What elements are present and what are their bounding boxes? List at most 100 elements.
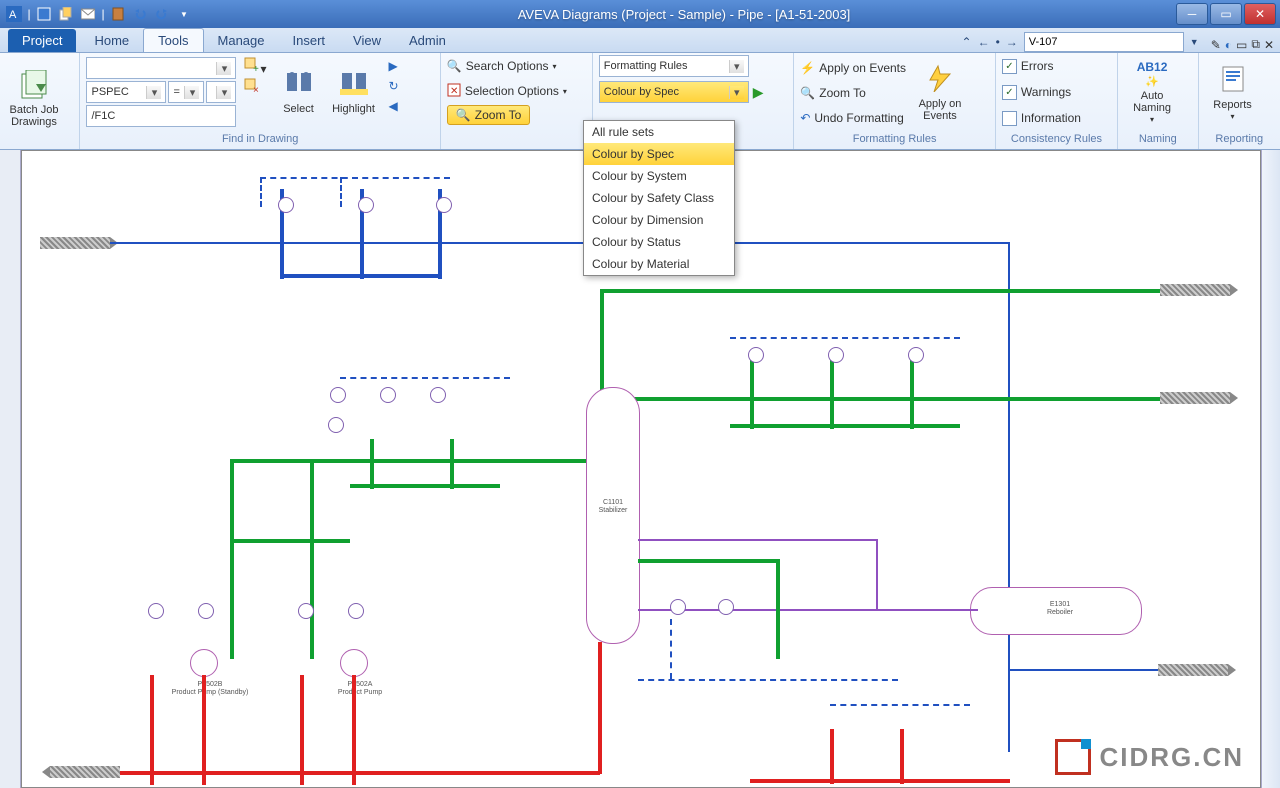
reports-button[interactable]: Reports ▾ (1205, 56, 1261, 130)
e1301-label: E1301Reboiler (1030, 601, 1090, 616)
instrument (298, 603, 314, 619)
paste-icon[interactable] (108, 4, 128, 24)
search-options-button[interactable]: 🔍Search Options ▾ (447, 55, 557, 77)
instrument (436, 197, 452, 213)
restore-pane-icon[interactable]: ⧉ (1251, 37, 1260, 52)
dropdown-item-safety[interactable]: Colour by Safety Class (584, 187, 734, 209)
save-icon[interactable] (34, 4, 54, 24)
reporting-group-label: Reporting (1205, 131, 1274, 147)
dropdown-item-system[interactable]: Colour by System (584, 165, 734, 187)
tab-view[interactable]: View (339, 29, 395, 52)
close-pane-icon[interactable]: ✕ (1264, 38, 1274, 52)
instrument (430, 387, 446, 403)
mail-icon[interactable] (78, 4, 98, 24)
tab-tools[interactable]: Tools (143, 28, 203, 52)
nav-right-icon[interactable]: ▶ (389, 59, 399, 73)
dropdown-item-spec[interactable]: Colour by Spec (584, 143, 734, 165)
tab-insert[interactable]: Insert (279, 29, 340, 52)
instrument (908, 347, 924, 363)
nav-loop-icon[interactable]: ↻ (389, 79, 399, 93)
window-title: AVEVA Diagrams (Project - Sample) - Pipe… (194, 7, 1174, 22)
tab-home[interactable]: Home (80, 29, 143, 52)
select-button[interactable]: Select (275, 55, 323, 129)
rules-group-label: Formatting Rules (800, 131, 989, 147)
find-val-combo[interactable]: ▾ (206, 81, 236, 103)
batch-job-icon (18, 70, 50, 102)
dropdown-item-status[interactable]: Colour by Status (584, 231, 734, 253)
instrument (328, 417, 344, 433)
nav-back-icon[interactable]: ← (978, 35, 990, 49)
reports-label: Reports (1213, 99, 1252, 111)
find-field-combo[interactable]: ▾ (86, 57, 236, 79)
outlet-arrow-1 (1160, 284, 1230, 296)
apply-on-events-button[interactable]: ⚡Apply on Events (800, 57, 906, 79)
qat-dropdown-icon[interactable]: ▼ (174, 4, 194, 24)
tool-wand-icon[interactable]: ✎ (1211, 38, 1221, 52)
minimize-button[interactable]: ─ (1176, 3, 1208, 25)
file-tab[interactable]: Project (8, 29, 76, 52)
watermark-logo-icon (1055, 739, 1091, 775)
c1101-label: C1101Stabilizer (595, 499, 631, 514)
auto-naming-button[interactable]: AB12 ✨ Auto Naming ▾ (1124, 56, 1180, 130)
maximize-button[interactable]: ▭ (1210, 3, 1242, 25)
svg-text:+: + (253, 64, 259, 73)
tab-admin[interactable]: Admin (395, 29, 460, 52)
nav-search-input[interactable] (1024, 32, 1184, 52)
highlight-button[interactable]: Highlight (327, 55, 381, 129)
find-remove-icon[interactable]: × (244, 78, 266, 97)
reports-icon (1217, 65, 1249, 97)
apply-play-icon[interactable]: ▶ (753, 84, 764, 101)
outlet-arrow-4 (1158, 664, 1228, 676)
nav-dropdown-icon[interactable]: ▼ (1190, 37, 1199, 47)
outlet-arrow-3 (50, 766, 120, 778)
dropdown-item-dimension[interactable]: Colour by Dimension (584, 209, 734, 231)
zoom-to-rule-button[interactable]: 🔍Zoom To (800, 82, 906, 104)
instrument (748, 347, 764, 363)
close-button[interactable]: ✕ (1244, 3, 1276, 25)
dropdown-item-material[interactable]: Colour by Material (584, 253, 734, 275)
find-group-label: Find in Drawing (86, 131, 433, 147)
help-icon[interactable]: ◐ (1225, 38, 1232, 52)
p1502b-label: P1502BProduct Pump (Standby) (165, 681, 255, 696)
find-path-input[interactable]: /F1C (86, 105, 236, 127)
nav-left-icon[interactable]: ◀ (389, 99, 399, 113)
dropdown-item-all[interactable]: All rule sets (584, 121, 734, 143)
instrument (330, 387, 346, 403)
warnings-check[interactable]: ✓Warnings (1002, 81, 1071, 103)
wand-icon: ✨ (1145, 76, 1159, 88)
colour-by-combo[interactable]: Colour by Spec▾ (599, 81, 749, 103)
formatting-rules-combo[interactable]: Formatting Rules▾ (599, 55, 749, 77)
nav-up-icon[interactable]: ⌃ (962, 35, 972, 49)
consist-group-label: Consistency Rules (1002, 131, 1111, 147)
vertical-scrollbar[interactable] (1261, 150, 1280, 788)
information-check[interactable]: Information (1002, 107, 1081, 129)
highlight-icon (338, 69, 370, 101)
pump-p1502a (340, 649, 368, 677)
app-icon[interactable]: A (4, 4, 24, 24)
instrument (718, 599, 734, 615)
find-add-icon[interactable]: +▾ (244, 57, 266, 76)
zoom-icon: 🔍 (456, 108, 471, 122)
find-pspec-combo[interactable]: PSPEC▾ (86, 81, 166, 103)
nav-fwd-icon[interactable]: → (1006, 35, 1018, 49)
selection-options-button[interactable]: ✕Selection Options ▾ (447, 80, 567, 102)
redo-icon[interactable] (152, 4, 172, 24)
apply-on-events-big-button[interactable]: Apply on Events (914, 56, 966, 130)
batch-job-label: Batch Job Drawings (8, 104, 60, 128)
left-ruler (0, 150, 21, 788)
outlet-arrow-2 (1160, 392, 1230, 404)
batch-group-label (6, 143, 73, 147)
undo-formatting-button[interactable]: ↶Undo Formatting (800, 107, 906, 129)
bolt-icon: ⚡ (800, 61, 815, 75)
minimize-pane-icon[interactable]: ▭ (1236, 38, 1247, 52)
batch-job-button[interactable]: Batch Job Drawings (6, 62, 62, 136)
find-op-combo[interactable]: =▾ (168, 81, 204, 103)
zoom-icon2: 🔍 (800, 86, 815, 100)
copy-icon[interactable] (56, 4, 76, 24)
undo-icon[interactable] (130, 4, 150, 24)
errors-check[interactable]: ✓Errors (1002, 55, 1054, 77)
tab-manage[interactable]: Manage (204, 29, 279, 52)
nav-dot-icon[interactable]: • (996, 35, 1000, 49)
svg-text:✕: ✕ (450, 86, 458, 97)
zoom-to-button[interactable]: 🔍Zoom To (447, 105, 530, 125)
